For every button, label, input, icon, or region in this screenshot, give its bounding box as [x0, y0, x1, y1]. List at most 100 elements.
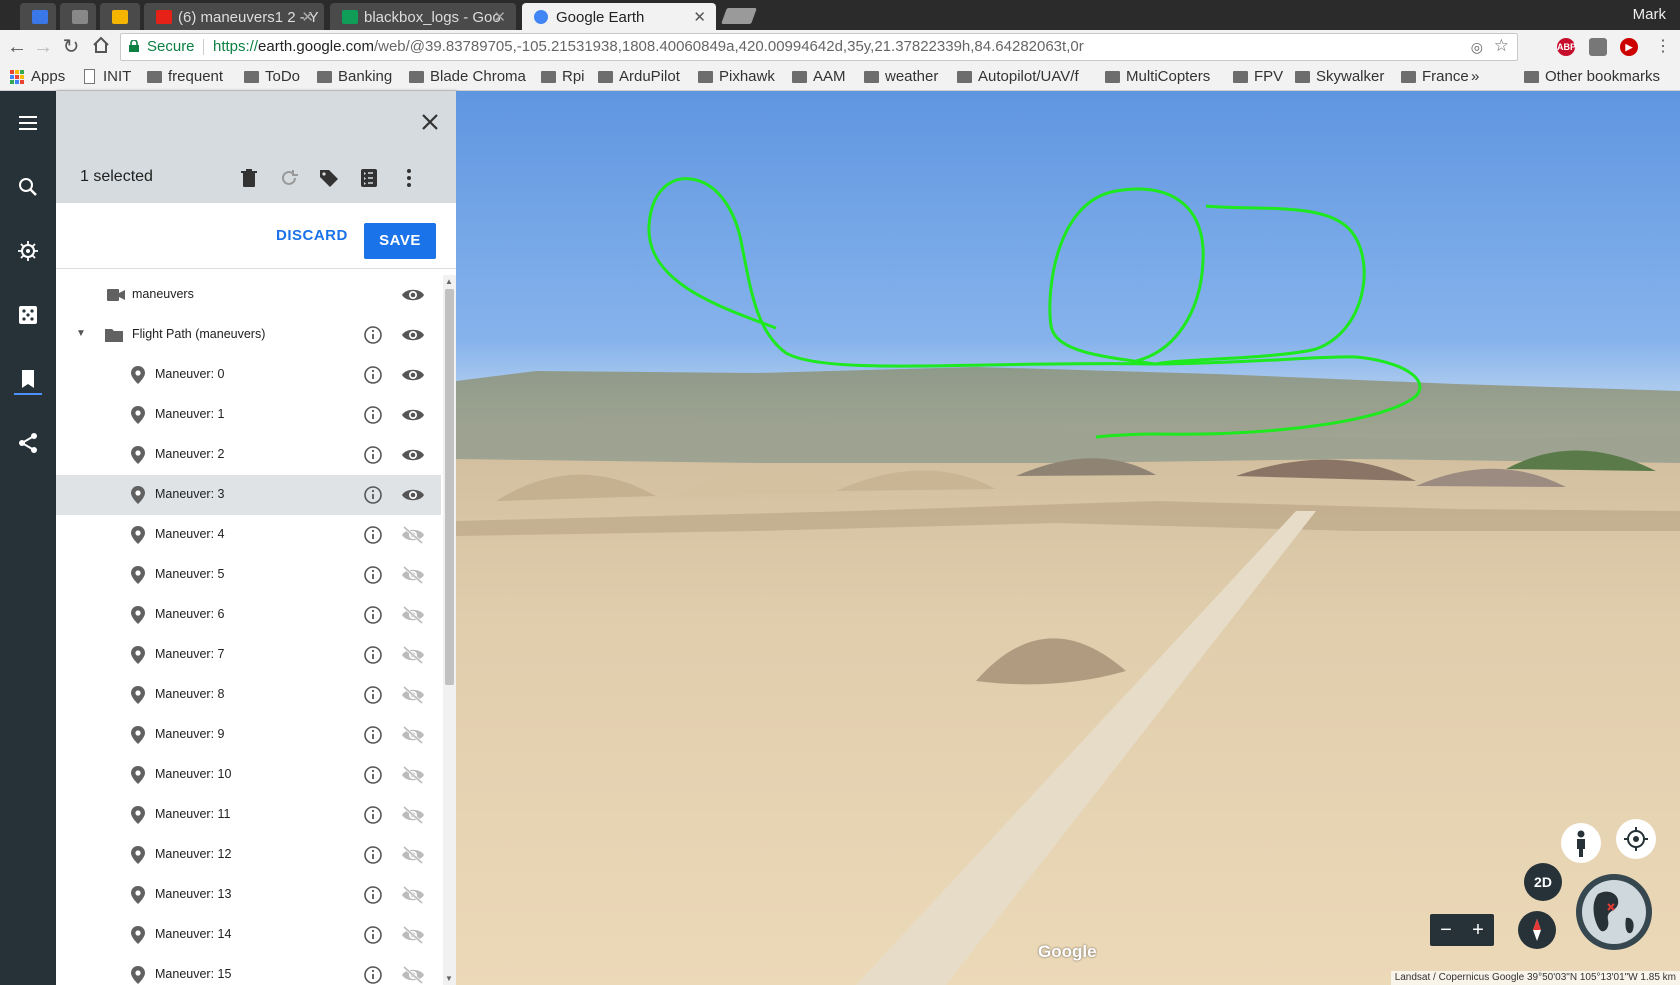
info-icon[interactable]	[363, 725, 383, 745]
tag-icon[interactable]	[318, 167, 340, 189]
placemark-row[interactable]: Maneuver: 8	[56, 675, 441, 715]
search-icon[interactable]	[16, 175, 40, 199]
extension-icon[interactable]	[1589, 38, 1607, 56]
bookmark-folder[interactable]: MultiCopters	[1105, 68, 1210, 85]
pegman-button[interactable]	[1561, 823, 1601, 863]
bookmark-folder[interactable]: France	[1401, 68, 1469, 85]
placemark-row[interactable]: Maneuver: 2	[56, 435, 441, 475]
discard-button[interactable]: DISCARD	[276, 227, 348, 244]
more-vert-icon[interactable]	[398, 167, 420, 189]
info-icon[interactable]	[363, 685, 383, 705]
bookmark-folder[interactable]: Rpi	[541, 68, 585, 85]
my-location-button[interactable]	[1616, 819, 1656, 859]
share-icon[interactable]	[16, 431, 40, 455]
visibility-icon[interactable]	[401, 406, 425, 424]
info-icon[interactable]	[363, 605, 383, 625]
visibility-off-icon[interactable]	[401, 525, 425, 545]
placemark-row[interactable]: Maneuver: 9	[56, 715, 441, 755]
visibility-icon[interactable]	[401, 446, 425, 464]
visibility-off-icon[interactable]	[401, 725, 425, 745]
presentation-icon[interactable]	[358, 167, 380, 189]
projects-icon[interactable]	[16, 367, 40, 391]
placemark-row[interactable]: Maneuver: 0	[56, 355, 441, 395]
bookmark-folder[interactable]: Skywalker	[1295, 68, 1384, 85]
browser-tab-drive[interactable]: blackbox_logs - Goo ✕	[330, 3, 516, 30]
info-icon[interactable]	[363, 645, 383, 665]
info-icon[interactable]	[363, 405, 383, 425]
visibility-off-icon[interactable]	[401, 765, 425, 785]
info-icon[interactable]	[363, 525, 383, 545]
globe-minimap[interactable]	[1576, 874, 1652, 950]
scrollbar-thumb[interactable]	[445, 289, 454, 685]
info-icon[interactable]	[363, 325, 383, 345]
close-icon[interactable]	[418, 110, 442, 134]
back-icon[interactable]: ←	[6, 36, 28, 58]
panel-scrollbar[interactable]: ▲ ▼	[443, 275, 456, 985]
voyager-icon[interactable]	[16, 239, 40, 263]
tour-row[interactable]: maneuvers	[56, 275, 441, 315]
browser-tab-google-earth[interactable]: Google Earth ✕	[522, 3, 716, 30]
reload-icon[interactable]: ↻	[60, 36, 82, 58]
bookmark-other[interactable]: Other bookmarks	[1524, 68, 1660, 85]
bookmark-folder[interactable]: Blade Chroma	[409, 68, 526, 85]
tab-close-icon[interactable]: ✕	[301, 8, 314, 26]
visibility-off-icon[interactable]	[401, 965, 425, 985]
visibility-off-icon[interactable]	[401, 605, 425, 625]
bookmark-init[interactable]: INIT	[82, 68, 131, 85]
placemark-row[interactable]: Maneuver: 12	[56, 835, 441, 875]
bookmarks-overflow-button[interactable]: »	[1471, 68, 1479, 85]
tab-close-icon[interactable]: ✕	[693, 8, 706, 26]
info-icon[interactable]	[363, 925, 383, 945]
info-icon[interactable]	[363, 445, 383, 465]
bookmark-folder[interactable]: frequent	[147, 68, 223, 85]
bookmark-apps[interactable]: Apps	[10, 68, 65, 85]
bookmark-star-icon[interactable]: ☆	[1494, 33, 1509, 59]
placemark-row[interactable]: Maneuver: 4	[56, 515, 441, 555]
video-extension-icon[interactable]: ▶	[1620, 38, 1638, 56]
placemark-row[interactable]: Maneuver: 10	[56, 755, 441, 795]
placemark-row[interactable]: Maneuver: 1	[56, 395, 441, 435]
placemark-row[interactable]: Maneuver: 6	[56, 595, 441, 635]
visibility-icon[interactable]	[401, 286, 425, 304]
bookmark-folder[interactable]: Autopilot/UAV/f	[957, 68, 1079, 85]
visibility-off-icon[interactable]	[401, 885, 425, 905]
info-icon[interactable]	[363, 885, 383, 905]
visibility-off-icon[interactable]	[401, 565, 425, 585]
placemark-row[interactable]: Maneuver: 7	[56, 635, 441, 675]
feeling-lucky-icon[interactable]	[16, 303, 40, 327]
browser-tab[interactable]	[60, 3, 96, 30]
info-icon[interactable]	[363, 485, 383, 505]
placemark-row[interactable]: Maneuver: 5	[56, 555, 441, 595]
info-icon[interactable]	[363, 965, 383, 985]
bookmark-folder[interactable]: FPV	[1233, 68, 1283, 85]
delete-icon[interactable]	[238, 167, 260, 189]
menu-icon[interactable]	[16, 111, 40, 135]
folder-row[interactable]: ▼ Flight Path (maneuvers)	[56, 315, 441, 355]
toggle-2d-button[interactable]: 2D	[1524, 863, 1562, 901]
visibility-off-icon[interactable]	[401, 685, 425, 705]
browser-tab[interactable]	[100, 3, 140, 30]
bookmark-folder[interactable]: weather	[864, 68, 938, 85]
bookmark-folder[interactable]: Banking	[317, 68, 392, 85]
visibility-off-icon[interactable]	[401, 845, 425, 865]
visibility-off-icon[interactable]	[401, 925, 425, 945]
tab-close-icon[interactable]: ✕	[493, 8, 506, 26]
earth-3d-view[interactable]: Google Landsat / Copernicus Google 39°50…	[456, 91, 1680, 985]
refresh-icon[interactable]	[278, 167, 300, 189]
bookmark-folder[interactable]: Pixhawk	[698, 68, 775, 85]
visibility-off-icon[interactable]	[401, 645, 425, 665]
bookmark-folder[interactable]: AAM	[792, 68, 846, 85]
placemark-row[interactable]: Maneuver: 3	[56, 475, 441, 515]
visibility-off-icon[interactable]	[401, 805, 425, 825]
forward-icon[interactable]: →	[32, 36, 54, 58]
location-icon[interactable]: ◎	[1471, 34, 1483, 60]
info-icon[interactable]	[363, 565, 383, 585]
zoom-out-button[interactable]: −	[1430, 914, 1462, 946]
new-tab-button[interactable]	[721, 8, 757, 24]
info-icon[interactable]	[363, 365, 383, 385]
visibility-icon[interactable]	[401, 366, 425, 384]
placemark-row[interactable]: Maneuver: 11	[56, 795, 441, 835]
compass-button[interactable]	[1518, 911, 1556, 949]
profile-name[interactable]: Mark	[1633, 6, 1666, 23]
browser-tab-youtube[interactable]: (6) maneuvers1 2 - Y ✕	[144, 3, 324, 30]
